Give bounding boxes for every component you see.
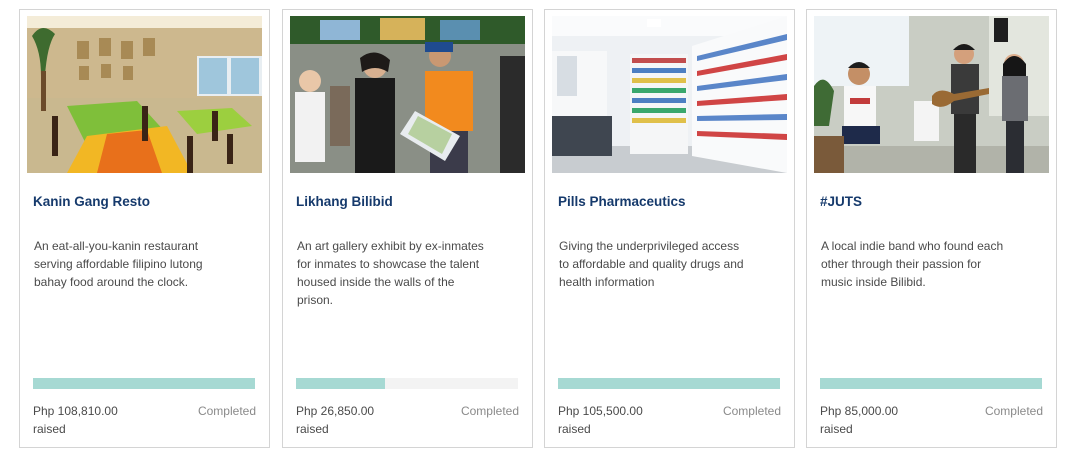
art-gallery-photo[interactable] <box>290 16 525 173</box>
amount-raised: Php 85,000.00 raised <box>820 402 898 438</box>
project-card-kanin-gang-resto[interactable]: Kanin Gang Resto An eat-all-you-kanin re… <box>19 9 270 448</box>
progress-fill <box>820 378 1042 389</box>
amount-value: Php 108,810.00 <box>33 404 118 418</box>
project-card-likhang-bilibid[interactable]: Likhang Bilibid An art gallery exhibit b… <box>282 9 533 448</box>
band-photo[interactable] <box>814 16 1049 173</box>
project-description: An eat-all-you-kanin restaurant serving … <box>34 239 203 289</box>
restaurant-photo[interactable] <box>27 16 262 173</box>
amount-raised: Php 26,850.00 raised <box>296 402 374 438</box>
progress-bar <box>558 378 780 389</box>
raised-label: raised <box>558 422 591 436</box>
amount-value: Php 85,000.00 <box>820 404 899 418</box>
amount-value: Php 105,500.00 <box>558 404 643 418</box>
raised-label: raised <box>33 422 66 436</box>
project-title[interactable]: Kanin Gang Resto <box>33 194 258 209</box>
project-description: An art gallery exhibit by ex-inmates for… <box>297 239 484 307</box>
progress-bar <box>820 378 1042 389</box>
amount-raised: Php 108,810.00 raised <box>33 402 118 438</box>
status-label: Completed <box>722 404 781 418</box>
status-label: Completed <box>197 404 256 418</box>
pharmacy-photo[interactable] <box>552 16 787 173</box>
status-label: Completed <box>460 404 519 418</box>
project-title[interactable]: Likhang Bilibid <box>296 194 521 209</box>
project-description: A local indie band who found each other … <box>821 239 1004 289</box>
project-title[interactable]: #JUTS <box>820 194 1045 209</box>
status-label: Completed <box>984 404 1043 418</box>
progress-fill <box>296 378 385 389</box>
project-card-pills-pharmaceutics[interactable]: Pills Pharmaceutics Giving the underpriv… <box>544 9 795 448</box>
raised-label: raised <box>820 422 853 436</box>
project-title[interactable]: Pills Pharmaceutics <box>558 194 783 209</box>
progress-fill <box>33 378 255 389</box>
progress-fill <box>558 378 780 389</box>
progress-bar <box>296 378 518 389</box>
progress-bar <box>33 378 255 389</box>
amount-value: Php 26,850.00 <box>296 404 375 418</box>
project-description: Giving the underprivileged access to aff… <box>559 239 744 289</box>
project-card-juts[interactable]: #JUTS A local indie band who found each … <box>806 9 1057 448</box>
amount-raised: Php 105,500.00 raised <box>558 402 643 438</box>
raised-label: raised <box>296 422 329 436</box>
